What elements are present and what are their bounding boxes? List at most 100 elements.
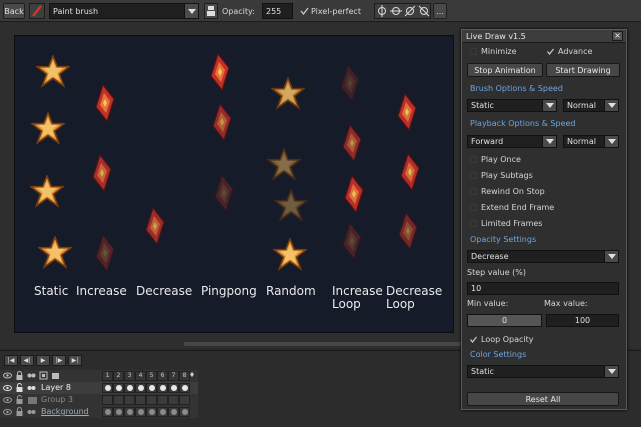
- stop-animation-button[interactable]: Stop Animation: [467, 63, 543, 77]
- cel-dot-icon: [182, 385, 188, 391]
- unlock-icon[interactable]: [15, 383, 24, 394]
- cel[interactable]: [146, 407, 157, 417]
- layer-row-layer-8[interactable]: Layer 8: [0, 382, 198, 394]
- cel[interactable]: [168, 395, 179, 405]
- tag-icon[interactable]: ♦: [187, 371, 197, 381]
- pixel-perfect-checkbox[interactable]: [300, 3, 309, 19]
- visible-eye-icon[interactable]: [3, 384, 12, 394]
- last-frame-icon[interactable]: ▶|: [68, 355, 82, 366]
- dialog-titlebar[interactable]: Live Draw v1.5 ×: [462, 30, 626, 43]
- cel[interactable]: [102, 407, 113, 417]
- continuous-header-icon[interactable]: [27, 371, 36, 380]
- new-layer-icon[interactable]: [39, 371, 48, 380]
- back-button[interactable]: Back: [3, 3, 25, 19]
- horizontal-scrollbar[interactable]: [184, 342, 464, 346]
- cel[interactable]: [157, 407, 168, 417]
- cel[interactable]: [179, 407, 190, 417]
- symmetry-antidiagonal-icon[interactable]: [418, 5, 430, 17]
- opacity-mode-select[interactable]: Decrease: [467, 250, 619, 263]
- symmetry-horizontal-icon[interactable]: [390, 7, 402, 15]
- layer-row-background[interactable]: Background: [0, 406, 198, 418]
- unlock-icon[interactable]: [15, 395, 24, 406]
- play-once-label: Play Once: [481, 155, 521, 164]
- more-options-button[interactable]: ...: [433, 3, 447, 19]
- brush-speed-select[interactable]: Normal: [563, 99, 619, 112]
- cel[interactable]: [157, 395, 168, 405]
- column-label-pingpong: Pingpong: [201, 284, 257, 298]
- layer-name[interactable]: Background: [41, 407, 89, 416]
- min-value-input[interactable]: 0: [467, 314, 542, 327]
- cel[interactable]: [135, 407, 146, 417]
- extend-end-frame-checkbox[interactable]: [470, 204, 477, 211]
- prev-frame-icon[interactable]: ◀|: [20, 355, 34, 366]
- loop-opacity-label: Loop Opacity: [481, 335, 534, 344]
- step-value-label: Step value (%): [467, 268, 526, 277]
- cel[interactable]: [124, 383, 135, 393]
- frame-number[interactable]: 5: [146, 371, 157, 381]
- frame-number[interactable]: 3: [124, 371, 135, 381]
- advance-checkbox[interactable]: [547, 48, 554, 55]
- cel[interactable]: [124, 395, 135, 405]
- close-icon[interactable]: ×: [612, 31, 623, 41]
- first-frame-icon[interactable]: |◀: [4, 355, 18, 366]
- cel[interactable]: [157, 383, 168, 393]
- cel[interactable]: [102, 395, 113, 405]
- step-value-input[interactable]: 10: [467, 282, 619, 295]
- cel[interactable]: [135, 395, 146, 405]
- cel[interactable]: [179, 383, 190, 393]
- brush-mode-select[interactable]: Static: [467, 99, 557, 112]
- lock-icon[interactable]: [15, 407, 24, 418]
- opacity-label: Opacity:: [222, 6, 255, 16]
- cel[interactable]: [113, 395, 124, 405]
- frame-number[interactable]: 4: [135, 371, 146, 381]
- continuous-icon[interactable]: [27, 384, 36, 394]
- brush-color-swatch[interactable]: [29, 3, 45, 19]
- playback-mode-select[interactable]: Forward: [467, 135, 557, 148]
- rewind-on-stop-checkbox[interactable]: [470, 188, 477, 195]
- visible-eye-icon[interactable]: [3, 396, 12, 406]
- limited-frames-checkbox[interactable]: [470, 220, 477, 227]
- opacity-input[interactable]: 255: [262, 3, 293, 19]
- max-value-label: Max value:: [544, 299, 588, 308]
- cel[interactable]: [113, 383, 124, 393]
- frame-number[interactable]: 7: [168, 371, 179, 381]
- start-drawing-button[interactable]: Start Drawing: [546, 63, 620, 77]
- reset-all-button[interactable]: Reset All: [467, 392, 619, 406]
- layer-row-group-3[interactable]: Group 3: [0, 394, 198, 406]
- cel[interactable]: [102, 383, 113, 393]
- loop-opacity-checkbox[interactable]: [470, 336, 477, 343]
- play-subtags-checkbox[interactable]: [470, 172, 477, 179]
- sprite-canvas[interactable]: Static Increase Decrease Pingpong Random…: [14, 35, 454, 333]
- frame-number[interactable]: 2: [113, 371, 124, 381]
- minimize-checkbox[interactable]: [470, 48, 477, 55]
- cel[interactable]: [168, 407, 179, 417]
- ink-icon[interactable]: [204, 3, 218, 19]
- frame-number[interactable]: 1: [102, 371, 113, 381]
- symmetry-diagonal-icon[interactable]: [404, 5, 416, 17]
- cel-dot-icon: [105, 409, 111, 415]
- cel[interactable]: [124, 407, 135, 417]
- frame-number[interactable]: 6: [157, 371, 168, 381]
- visible-eye-icon[interactable]: [3, 408, 12, 418]
- cel[interactable]: [146, 383, 157, 393]
- play-once-checkbox[interactable]: [470, 156, 477, 163]
- color-mode-select[interactable]: Static: [467, 365, 619, 378]
- sprite-gem: [210, 53, 230, 91]
- playback-speed-select[interactable]: Normal: [563, 135, 619, 148]
- next-frame-icon[interactable]: |▶: [52, 355, 66, 366]
- cel[interactable]: [135, 383, 146, 393]
- layer-name[interactable]: Group 3: [41, 395, 73, 404]
- new-group-icon[interactable]: [51, 371, 60, 380]
- cel[interactable]: [113, 407, 124, 417]
- eye-header-icon[interactable]: [3, 371, 12, 380]
- layer-name[interactable]: Layer 8: [41, 383, 71, 392]
- cel[interactable]: [146, 395, 157, 405]
- cel[interactable]: [168, 383, 179, 393]
- cel[interactable]: [179, 395, 190, 405]
- max-value-input[interactable]: 100: [546, 314, 619, 327]
- play-icon[interactable]: ▶: [36, 355, 50, 366]
- continuous-icon[interactable]: [27, 408, 36, 418]
- tool-select[interactable]: Paint brush: [49, 3, 199, 19]
- symmetry-vertical-icon[interactable]: [378, 5, 386, 17]
- lock-header-icon[interactable]: [15, 371, 24, 380]
